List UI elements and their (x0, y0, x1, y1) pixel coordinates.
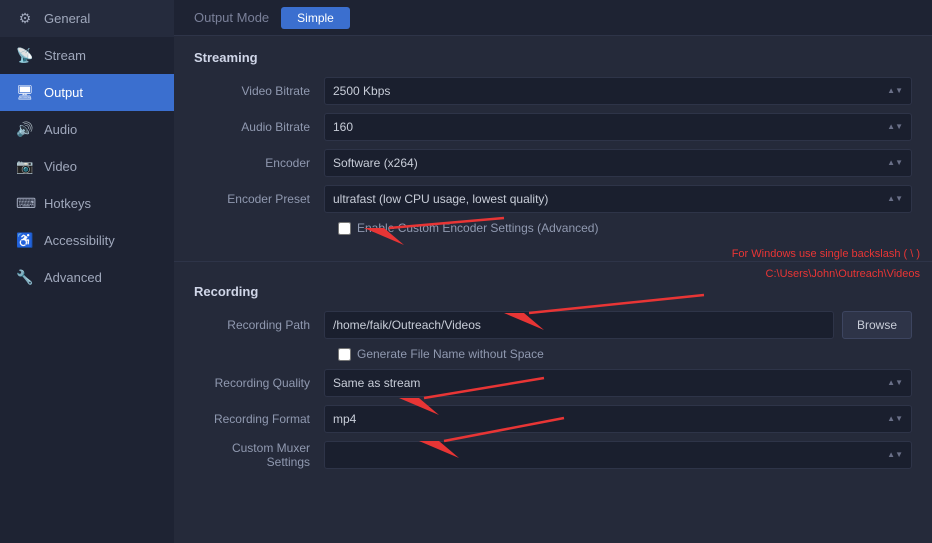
video-bitrate-row: Video Bitrate 2500 Kbps ▲▼ (194, 77, 912, 105)
sidebar: ⚙ General 📡 Stream 🖥 Output 🔊 Audio 📷 Vi… (0, 0, 174, 543)
advanced-icon: 🔧 (16, 269, 34, 286)
encoder-preset-value: ultrafast (low CPU usage, lowest quality… (333, 192, 548, 206)
sidebar-item-output[interactable]: 🖥 Output (0, 74, 174, 111)
video-icon: 📷 (16, 158, 34, 175)
recording-quality-label: Recording Quality (194, 376, 324, 390)
sidebar-item-stream[interactable]: 📡 Stream (0, 37, 174, 74)
sidebar-label-video: Video (44, 159, 77, 174)
video-bitrate-label: Video Bitrate (194, 84, 324, 98)
recording-quality-arrows: ▲▼ (887, 379, 903, 387)
recording-format-row: Recording Format mp4 ▲▼ (194, 405, 912, 433)
streaming-title: Streaming (194, 50, 912, 65)
muxer-input[interactable]: ▲▼ (324, 441, 912, 469)
sidebar-label-hotkeys: Hotkeys (44, 196, 91, 211)
recording-format-value: mp4 (333, 412, 356, 426)
sidebar-label-stream: Stream (44, 48, 86, 63)
encoder-preset-arrows: ▲▼ (887, 195, 903, 203)
generate-filename-checkbox[interactable] (338, 348, 351, 361)
recording-path-row: Recording Path Browse (194, 311, 912, 339)
muxer-row: Custom Muxer Settings ▲▼ (194, 441, 912, 469)
recording-path-control: Browse (324, 311, 912, 339)
accessibility-icon: ♿ (16, 232, 34, 249)
output-mode-label: Output Mode (194, 10, 269, 25)
muxer-arrows: ▲▼ (887, 451, 903, 459)
encoder-preset-label: Encoder Preset (194, 192, 324, 206)
sidebar-label-general: General (44, 11, 90, 26)
enable-custom-row: Enable Custom Encoder Settings (Advanced… (194, 221, 912, 235)
sidebar-item-advanced[interactable]: 🔧 Advanced (0, 259, 174, 296)
sidebar-label-output: Output (44, 85, 83, 100)
hotkeys-icon: ⌨ (16, 195, 34, 212)
encoder-preset-row: Encoder Preset ultrafast (low CPU usage,… (194, 185, 912, 213)
audio-bitrate-arrows: ▲▼ (887, 123, 903, 131)
sidebar-item-general[interactable]: ⚙ General (0, 0, 174, 37)
muxer-label: Custom Muxer Settings (194, 441, 324, 469)
generate-filename-label: Generate File Name without Space (357, 347, 544, 361)
main-content: Output Mode Simple Streaming Video Bitra… (174, 0, 932, 543)
recording-format-arrows: ▲▼ (887, 415, 903, 423)
output-icon: 🖥 (16, 84, 34, 101)
recording-format-select[interactable]: mp4 ▲▼ (324, 405, 912, 433)
section-divider (174, 261, 932, 262)
output-mode-bar: Output Mode Simple (174, 0, 932, 36)
recording-format-label: Recording Format (194, 412, 324, 426)
enable-custom-checkbox[interactable] (338, 222, 351, 235)
stream-icon: 📡 (16, 47, 34, 64)
recording-section: Recording Recording Path Browse Generate… (174, 270, 932, 487)
video-bitrate-select[interactable]: 2500 Kbps ▲▼ (324, 77, 912, 105)
recording-path-input[interactable] (324, 311, 834, 339)
encoder-preset-select[interactable]: ultrafast (low CPU usage, lowest quality… (324, 185, 912, 213)
encoder-label: Encoder (194, 156, 324, 170)
audio-bitrate-select[interactable]: 160 ▲▼ (324, 113, 912, 141)
recording-title: Recording (194, 284, 912, 299)
gear-icon: ⚙ (16, 10, 34, 27)
audio-icon: 🔊 (16, 121, 34, 138)
generate-filename-row: Generate File Name without Space (194, 347, 912, 361)
simple-tab[interactable]: Simple (281, 7, 350, 29)
recording-quality-select[interactable]: Same as stream ▲▼ (324, 369, 912, 397)
audio-bitrate-label: Audio Bitrate (194, 120, 324, 134)
sidebar-label-accessibility: Accessibility (44, 233, 115, 248)
streaming-section: Streaming Video Bitrate 2500 Kbps ▲▼ Aud… (174, 36, 932, 253)
enable-custom-label: Enable Custom Encoder Settings (Advanced… (357, 221, 598, 235)
recording-quality-row: Recording Quality Same as stream ▲▼ (194, 369, 912, 397)
encoder-select[interactable]: Software (x264) ▲▼ (324, 149, 912, 177)
encoder-value: Software (x264) (333, 156, 418, 170)
encoder-row: Encoder Software (x264) ▲▼ (194, 149, 912, 177)
recording-quality-value: Same as stream (333, 376, 420, 390)
encoder-arrows: ▲▼ (887, 159, 903, 167)
sidebar-item-hotkeys[interactable]: ⌨ Hotkeys (0, 185, 174, 222)
audio-bitrate-value: 160 (333, 120, 353, 134)
sidebar-item-audio[interactable]: 🔊 Audio (0, 111, 174, 148)
recording-path-label: Recording Path (194, 318, 324, 332)
sidebar-item-accessibility[interactable]: ♿ Accessibility (0, 222, 174, 259)
video-bitrate-value: 2500 Kbps (333, 84, 390, 98)
sidebar-label-audio: Audio (44, 122, 77, 137)
sidebar-item-video[interactable]: 📷 Video (0, 148, 174, 185)
browse-button[interactable]: Browse (842, 311, 912, 339)
video-bitrate-arrows: ▲▼ (887, 87, 903, 95)
sidebar-label-advanced: Advanced (44, 270, 102, 285)
audio-bitrate-row: Audio Bitrate 160 ▲▼ (194, 113, 912, 141)
